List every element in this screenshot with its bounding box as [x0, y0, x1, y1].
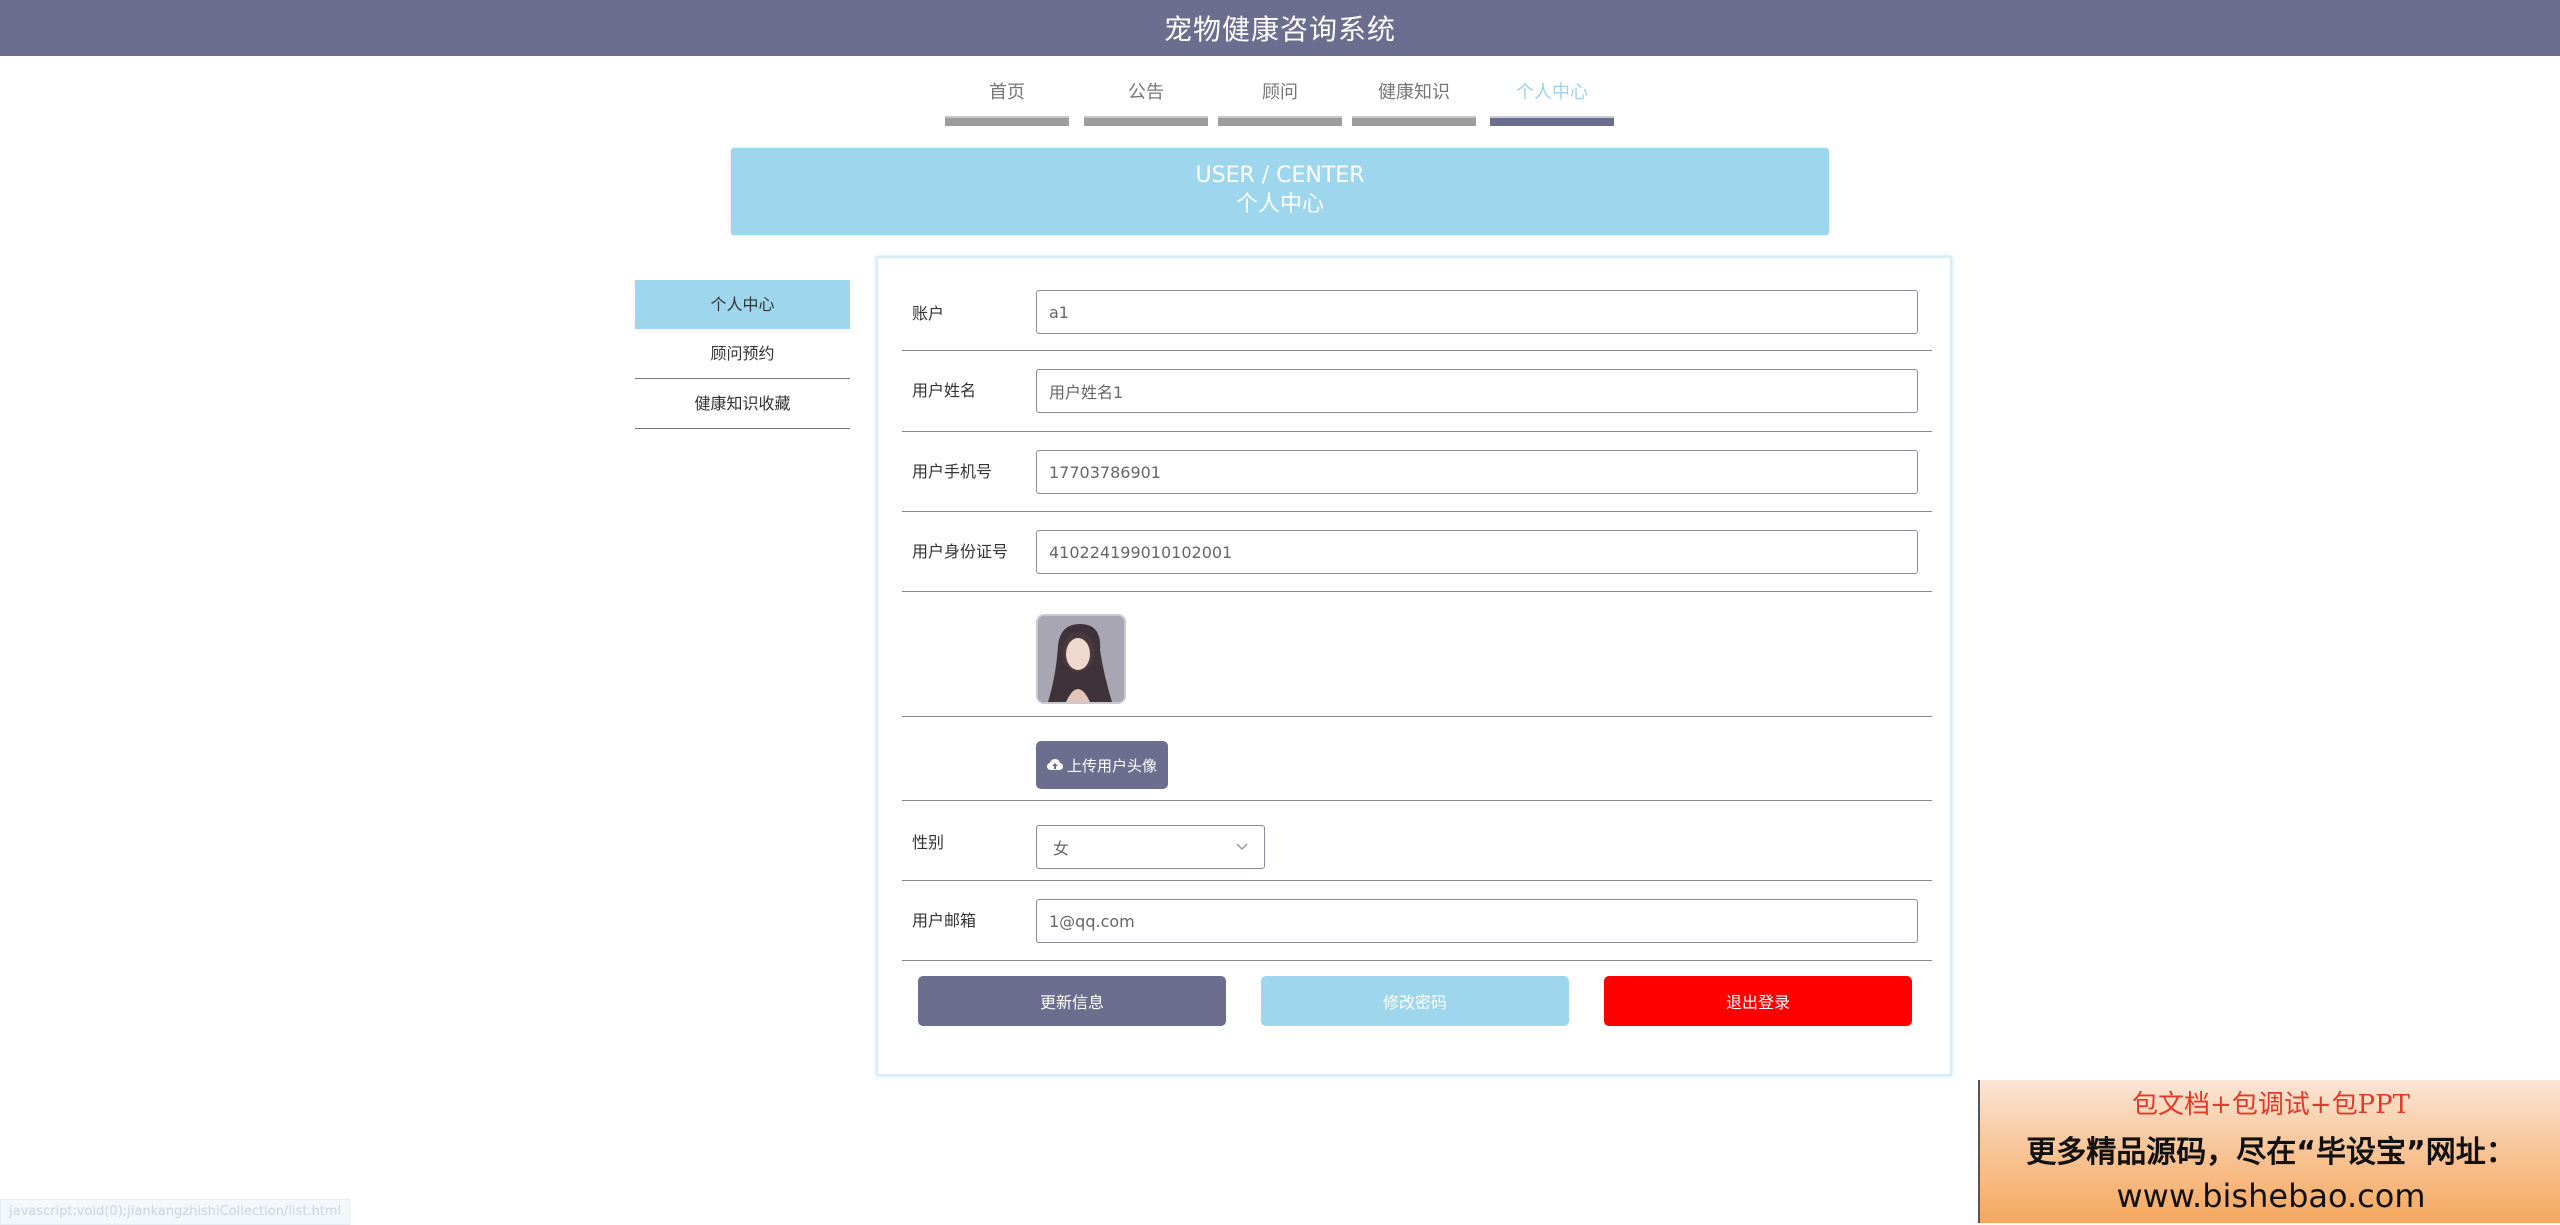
- form-row-avatar: [902, 592, 1932, 717]
- change-password-button[interactable]: 修改密码: [1261, 976, 1569, 1026]
- promo-banner[interactable]: 包文档+包调试+包PPT 更多精品源码，尽在“毕设宝”网址： www.bishe…: [1978, 1080, 2560, 1223]
- nav-announcement[interactable]: 公告: [1084, 80, 1208, 126]
- promo-line-2: 更多精品源码，尽在“毕设宝”网址：: [2026, 1135, 2516, 1170]
- update-info-button[interactable]: 更新信息: [918, 976, 1226, 1026]
- name-label: 用户姓名: [912, 381, 977, 400]
- form-row-phone: 用户手机号: [902, 432, 1932, 512]
- upload-avatar-label: 上传用户头像: [1066, 757, 1157, 775]
- page-banner: USER / CENTER 个人中心: [731, 148, 1829, 235]
- banner-english-title: USER / CENTER: [1195, 163, 1365, 188]
- promo-line-1: 包文档+包调试+包PPT: [2132, 1090, 2410, 1120]
- promo-url: www.bishebao.com: [2116, 1177, 2426, 1215]
- form-row-account: 账户: [902, 276, 1932, 351]
- email-label: 用户邮箱: [912, 911, 977, 930]
- account-label: 账户: [912, 304, 945, 323]
- browser-status-url: javascript:void(0);jiankangzhishiCollect…: [0, 1199, 351, 1225]
- sidebar-item-user-center[interactable]: 个人中心: [635, 280, 850, 329]
- avatar-image: [1036, 614, 1126, 704]
- upload-avatar-button[interactable]: 上传用户头像: [1036, 741, 1168, 789]
- main-nav: 首页 公告 顾问 健康知识 个人中心: [0, 80, 2560, 126]
- nav-home[interactable]: 首页: [945, 80, 1069, 126]
- form-row-name: 用户姓名: [902, 351, 1932, 432]
- sidebar-item-knowledge-favorites[interactable]: 健康知识收藏: [635, 379, 850, 429]
- form-row-gender: 性别 女: [902, 801, 1932, 881]
- gender-label: 性别: [912, 833, 945, 852]
- profile-form-panel: 账户 用户姓名 用户手机号 用户身份证号 上传用户头: [876, 256, 1952, 1076]
- gender-selected-value: 女: [1053, 839, 1070, 858]
- gender-select[interactable]: 女: [1036, 825, 1265, 869]
- sidebar-menu: 个人中心 顾问预约 健康知识收藏: [635, 280, 850, 429]
- chevron-down-icon: [1236, 843, 1248, 851]
- nav-health-knowledge[interactable]: 健康知识: [1352, 80, 1476, 126]
- phone-label: 用户手机号: [912, 462, 993, 481]
- form-row-upload: 上传用户头像: [902, 717, 1932, 801]
- form-row-idcard: 用户身份证号: [902, 512, 1932, 592]
- email-input[interactable]: [1036, 899, 1918, 943]
- nav-user-center[interactable]: 个人中心: [1490, 80, 1614, 126]
- sidebar-item-appointments[interactable]: 顾问预约: [635, 329, 850, 379]
- nav-consultant[interactable]: 顾问: [1218, 80, 1342, 126]
- banner-chinese-title: 个人中心: [1235, 192, 1324, 217]
- form-row-email: 用户邮箱: [902, 881, 1932, 961]
- phone-input[interactable]: [1036, 450, 1918, 494]
- account-input[interactable]: [1036, 290, 1918, 334]
- site-header: 宠物健康咨询系统: [0, 0, 2560, 56]
- avatar-portrait-icon: [1038, 616, 1124, 702]
- site-title: 宠物健康咨询系统: [1163, 13, 1396, 46]
- idcard-label: 用户身份证号: [912, 542, 1009, 561]
- logout-button[interactable]: 退出登录: [1604, 976, 1912, 1026]
- name-input[interactable]: [1036, 369, 1918, 413]
- cloud-upload-icon: [1046, 759, 1063, 770]
- idcard-input[interactable]: [1036, 530, 1918, 574]
